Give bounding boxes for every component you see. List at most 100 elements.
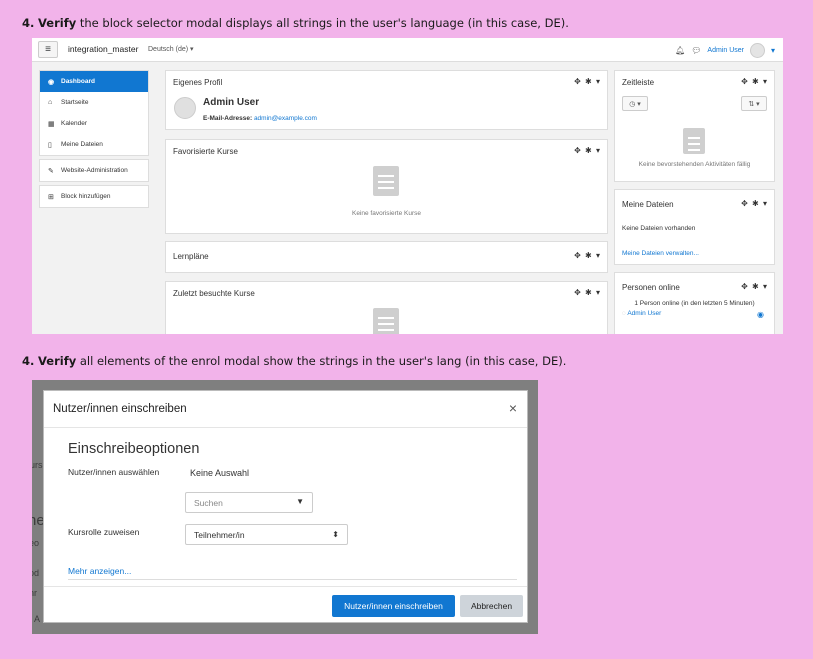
timeline-filter-button[interactable]: ◷ ▾ [622,96,648,111]
hamburger-menu-button[interactable]: ≡ [38,41,58,58]
courses-icon [373,166,399,196]
tachometer-icon: ◉ [48,78,55,86]
block-title: Zuletzt besuchte Kurse [173,289,255,298]
step-1-instruction: 4. Verify the block selector modal displ… [22,16,569,30]
bell-icon[interactable]: 🔔︎ [675,46,685,55]
close-icon[interactable]: × [509,400,517,416]
search-placeholder: Suchen [194,497,223,508]
file-icon: ▯ [48,141,52,149]
step-2-text: all elements of the enrol modal show the… [76,354,567,368]
block-controls[interactable]: ✥ ✱ ▾ [741,282,768,291]
select-users-value: Keine Auswahl [190,468,250,478]
modal-footer: Nutzer/innen einschreiben Abbrechen [44,586,527,624]
wrench-icon: ✎ [48,167,54,175]
online-user-row: ◌ Admin User [622,310,661,317]
timeline-empty-icon [683,128,705,154]
avatar[interactable] [749,42,765,58]
plus-square-icon: ⊞ [48,193,54,201]
sidebar-item-label: Startseite [61,99,89,106]
eye-icon[interactable]: ◉ [757,310,764,319]
sidebar-item-block-hinzufuegen[interactable]: ⊞ Block hinzufügen [40,186,148,207]
avatar [174,97,196,119]
learning-plans-block: Lernpläne ✥ ✱ ▾ [165,241,608,273]
block-title: Lernpläne [173,252,209,261]
email-link[interactable]: admin@example.com [254,115,317,122]
sidebar: ◉ Dashboard ⌂ Startseite ▦ Kalender ▯ Me… [39,70,149,211]
role-value: Teilnehmer/in [194,529,245,540]
recent-courses-block: Zuletzt besuchte Kurse ✥ ✱ ▾ [165,281,608,334]
caret-down-icon: ▼ [296,497,304,506]
profile-name[interactable]: Admin User [203,97,259,108]
user-menu-name[interactable]: Admin User [707,47,744,54]
block-title: Personen online [622,283,680,292]
block-title: Eigenes Profil [173,78,223,87]
email-label: E-Mail-Adresse: [203,115,253,122]
block-title: Meine Dateien [622,200,674,209]
background-fragment: od [32,568,40,578]
favourite-courses-block: Favorisierte Kurse ✥ ✱ ▾ Keine favorisie… [165,139,608,234]
home-icon: ⌂ [48,99,53,106]
cancel-button[interactable]: Abbrechen [460,595,523,617]
sidebar-item-kalender[interactable]: ▦ Kalender [40,113,148,134]
files-empty-message: Keine Dateien vorhanden [622,225,696,232]
block-title: Favorisierte Kurse [173,147,238,156]
sidebar-item-label: Meine Dateien [61,141,103,148]
chevron-down-icon[interactable]: ▾ [771,46,775,55]
block-controls[interactable]: ✥ ✱ ▾ [741,199,768,208]
sort-icon: ⇅ ▾ [748,100,760,108]
role-select[interactable]: Teilnehmer/in ⬍ [185,524,348,545]
online-summary: 1 Person online (in den letzten 5 Minute… [634,300,755,307]
timeline-sort-button[interactable]: ⇅ ▾ [741,96,767,111]
online-user-link[interactable]: Admin User [627,310,661,317]
block-controls[interactable]: ✥ ✱ ▾ [574,288,601,297]
modal-body: Einschreibeoptionen Nutzer/innen auswähl… [44,429,527,586]
background-fragment: eo [32,538,40,548]
show-more-link[interactable]: Mehr anzeigen... [68,566,131,576]
step-2-number: 4. [22,354,35,368]
block-controls[interactable]: ✥ ✱ ▾ [741,77,768,86]
sidebar-item-startseite[interactable]: ⌂ Startseite [40,92,148,113]
step-2-instruction: 4. Verify all elements of the enrol moda… [22,354,566,368]
dashboard-screenshot: ≡ integration_master Deutsch (de) ▾ 🔔︎ 💬… [32,38,783,334]
block-title: Zeitleiste [622,78,655,87]
navbar: ≡ integration_master Deutsch (de) ▾ 🔔︎ 💬… [32,38,783,62]
sidebar-item-label: Website-Administration [61,167,128,174]
block-controls[interactable]: ✥ ✱ ▾ [574,251,601,260]
calendar-icon: ▦ [48,120,55,128]
step-2-verb: Verify [38,354,77,368]
section-title: Einschreibeoptionen [68,441,200,457]
profile-email: E-Mail-Adresse: admin@example.com [203,115,317,122]
step-1-number: 4. [22,16,35,30]
block-controls[interactable]: ✥ ✱ ▾ [574,146,601,155]
role-label: Kursrolle zuweisen [68,527,140,537]
sidebar-main-group: ◉ Dashboard ⌂ Startseite ▦ Kalender ▯ Me… [39,70,149,156]
divider [68,579,517,580]
sidebar-item-label: Block hinzufügen [61,193,111,200]
user-icon: ◌ [622,310,626,317]
clock-icon: ◷ ▾ [629,100,641,108]
block-controls[interactable]: ✥ ✱ ▾ [574,77,601,86]
language-menu[interactable]: Deutsch (de) ▾ [148,45,194,53]
sidebar-item-label: Kalender [61,120,88,127]
manage-files-link[interactable]: Meine Dateien verwalten... [622,250,699,257]
select-users-label: Nutzer/innen auswählen [68,467,160,477]
background-fragment: A [34,614,41,624]
sidebar-item-label: Dashboard [61,78,95,85]
site-name[interactable]: integration_master [68,44,138,54]
sidebar-item-meine-dateien[interactable]: ▯ Meine Dateien [40,134,148,155]
user-nav: 🔔︎ 💬︎ Admin User ▾ [675,41,775,59]
step-1-text: the block selector modal displays all st… [76,16,569,30]
modal-title: Nutzer/innen einschreiben [53,403,187,415]
sidebar-item-dashboard[interactable]: ◉ Dashboard [40,71,148,92]
enrol-users-button[interactable]: Nutzer/innen einschreiben [332,595,455,617]
sidebar-item-website-administration[interactable]: ✎ Website-Administration [40,160,148,181]
empty-message: Keine bevorstehenden Aktivitäten fällig [638,161,751,168]
courses-icon [373,308,399,334]
timeline-block: Zeitleiste ✥ ✱ ▾ ◷ ▾ ⇅ ▾ Keine bevorsteh… [614,70,775,182]
step-1-verb: Verify [38,16,77,30]
user-search-select[interactable]: Suchen ▼ [185,492,313,513]
message-icon[interactable]: 💬︎ [691,46,701,55]
my-files-block: Meine Dateien ✥ ✱ ▾ Keine Dateien vorhan… [614,189,775,265]
profile-block: Eigenes Profil ✥ ✱ ▾ Admin User E-Mail-A… [165,70,608,130]
enrol-modal: Nutzer/innen einschreiben × Einschreibeo… [43,390,528,623]
